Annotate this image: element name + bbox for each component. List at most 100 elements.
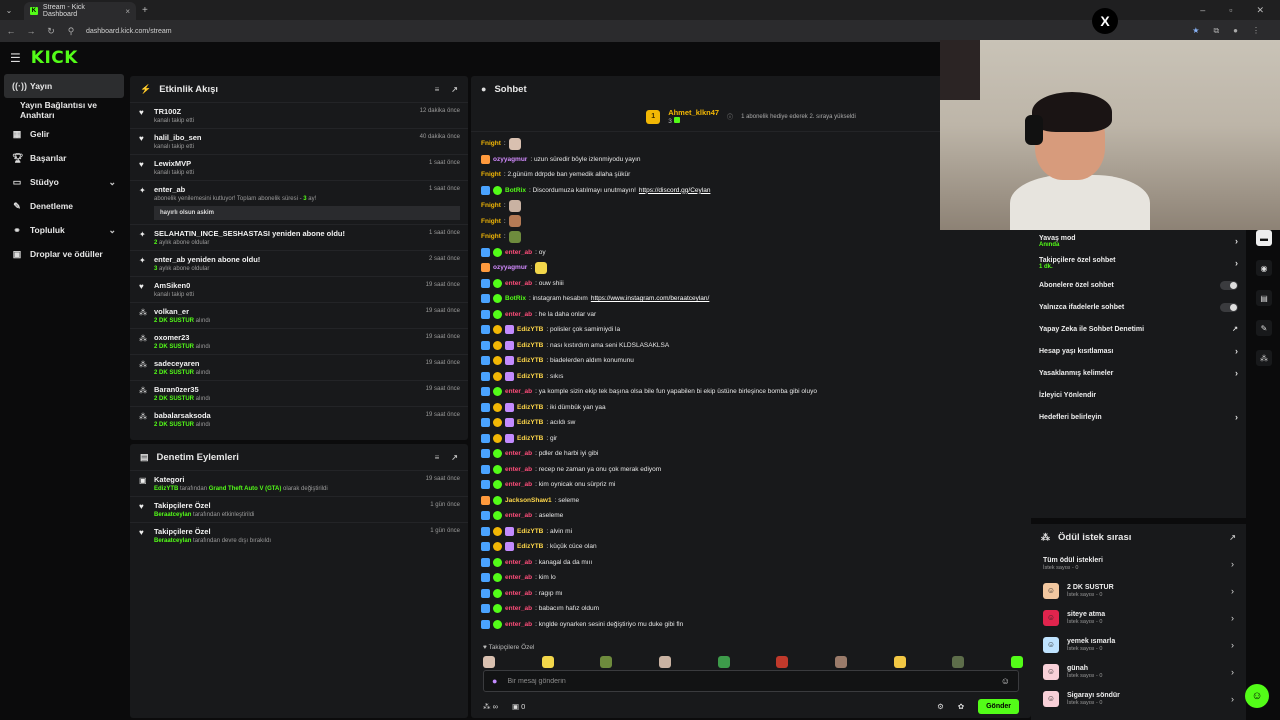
profile-icon[interactable]: ● [1233, 26, 1238, 36]
chat-username[interactable]: Fnight [481, 171, 501, 178]
activity-name[interactable]: babalarsaksoda [154, 411, 460, 420]
popout-icon[interactable]: ↗ [1229, 533, 1236, 542]
close-window-icon[interactable]: ✕ [1256, 5, 1264, 16]
activity-name[interactable]: oxomer23 [154, 333, 460, 342]
chat-username[interactable]: EdizYTB [517, 419, 543, 426]
reward-row[interactable]: ☺ yemek ısmarla İstek sayısı - 0 › [1031, 631, 1246, 658]
forward-icon[interactable]: → [26, 26, 36, 36]
mic-icon[interactable]: ● [492, 676, 497, 686]
sidebar-item-stream-key[interactable]: Yayın Bağlantısı ve Anahtarı [0, 98, 128, 122]
toggle-switch[interactable] [1220, 280, 1238, 290]
chat-username[interactable]: enter_ab [505, 512, 532, 519]
url-field[interactable]: dashboard.kick.com/stream [86, 28, 172, 35]
menu-dots-icon[interactable]: ⋮ [1252, 26, 1260, 36]
chat-username[interactable]: enter_ab [505, 450, 532, 457]
wrench-icon[interactable]: ✎ [1256, 320, 1272, 336]
layout-icon[interactable]: ▤ [1256, 290, 1272, 306]
new-tab-icon[interactable]: + [142, 5, 148, 16]
sidebar-item-droplar[interactable]: ▣ Droplar ve ödüller [0, 242, 128, 266]
reward-row[interactable]: ☺ günah İstek sayısı - 0 › [1031, 658, 1246, 685]
chat-username[interactable]: enter_ab [505, 388, 532, 395]
chat-setting-row[interactable]: Takipçilere özel sohbet 1 dk. › [1031, 252, 1246, 274]
emote-picker-icon[interactable]: ✿ [958, 702, 964, 711]
chat-username[interactable]: ozyyagmur [493, 156, 527, 163]
chat-username[interactable]: EdizYTB [517, 435, 543, 442]
sidebar-item-topluluk[interactable]: ⚭ Topluluk ⌄ [0, 218, 128, 242]
broadcast-toggle-icon[interactable]: ◉ [1256, 260, 1272, 276]
help-chat-icon[interactable]: ☺ [1245, 684, 1269, 708]
chat-setting-row[interactable]: Yavaş mod Anında › [1031, 230, 1246, 252]
emote-option-icon[interactable] [834, 656, 847, 668]
points-display[interactable]: ⁂ ∞ [483, 702, 498, 711]
chat-username[interactable]: enter_ab [505, 574, 532, 581]
chat-setting-row[interactable]: Yalnızca ifadelerle sohbet [1031, 296, 1246, 318]
activity-name[interactable]: LewixMVP [154, 159, 460, 168]
chat-setting-row[interactable]: Yapay Zeka ile Sohbet Denetimi ↗ [1031, 318, 1246, 340]
sidebar-item-denetleme[interactable]: ✎ Denetleme [0, 194, 128, 218]
minimize-icon[interactable]: – [1200, 5, 1205, 16]
chat-setting-row[interactable]: Abonelere özel sohbet [1031, 274, 1246, 296]
maximize-icon[interactable]: ▫ [1229, 5, 1232, 16]
emoji-icon[interactable]: ☺ [1001, 676, 1010, 686]
close-tab-icon[interactable]: × [125, 7, 130, 16]
emote-option-icon[interactable] [717, 656, 730, 668]
reward-row[interactable]: ☺ 2 DK SUSTUR İstek sayısı - 0 › [1031, 577, 1246, 604]
sidebar-item-gelir[interactable]: ▦ Gelir [0, 122, 128, 146]
chat-link[interactable]: https://www.instagram.com/beraatceylan/ [591, 295, 710, 302]
chat-username[interactable]: enter_ab [505, 481, 532, 488]
chat-settings-icon[interactable]: ⚙ [937, 702, 944, 711]
browser-tab[interactable]: K Stream - Kick Dashboard × [24, 2, 136, 20]
chat-username[interactable]: enter_ab [505, 605, 532, 612]
chat-username[interactable]: enter_ab [505, 466, 532, 473]
chat-toggle-icon[interactable]: ▬ [1256, 230, 1272, 246]
reload-icon[interactable]: ↻ [46, 26, 56, 37]
chat-username[interactable]: enter_ab [505, 590, 532, 597]
hamburger-menu-icon[interactable]: ☰ [10, 51, 21, 65]
sidebar-item-studyo[interactable]: ▭ Stüdyo ⌄ [0, 170, 128, 194]
reward-row[interactable]: ☺ siteye atma İstek sayısı - 0 › [1031, 604, 1246, 631]
mod-action-user[interactable]: Beraatceylan [154, 538, 191, 544]
chat-username[interactable]: Fnight [481, 202, 501, 209]
chat-username[interactable]: BotRix [505, 187, 526, 194]
toggle-switch[interactable] [1220, 302, 1238, 312]
activity-name[interactable]: enter_ab [154, 185, 460, 194]
extensions-icon[interactable]: ⧉ [1213, 26, 1219, 36]
emote-option-icon[interactable] [1010, 656, 1023, 668]
chat-username[interactable]: EdizYTB [517, 543, 543, 550]
chat-username[interactable]: enter_ab [505, 311, 532, 318]
kick-logo[interactable]: KICK [31, 48, 78, 68]
chat-username[interactable]: Fnight [481, 233, 501, 240]
chat-username[interactable]: EdizYTB [517, 357, 543, 364]
emote-option-icon[interactable] [776, 656, 789, 668]
emote-option-icon[interactable] [893, 656, 906, 668]
chat-username[interactable]: EdizYTB [517, 326, 543, 333]
activity-name[interactable]: AmSiken0 [154, 281, 460, 290]
chat-username[interactable]: enter_ab [505, 621, 532, 628]
mod-action-user[interactable]: EdizYTB [154, 486, 178, 492]
sidebar-item-basarilar[interactable]: 🏆︎ Başarılar [0, 146, 128, 170]
chat-username[interactable]: enter_ab [505, 249, 532, 256]
chat-username[interactable]: BotRix [505, 295, 526, 302]
emote-option-icon[interactable] [658, 656, 671, 668]
activity-name[interactable]: SELAHATIN_INCE_SESHASTASI yeniden abone … [154, 229, 460, 238]
activity-name[interactable]: halil_ibo_sen [154, 133, 460, 142]
chat-username[interactable]: EdizYTB [517, 342, 543, 349]
chat-username[interactable]: JacksonShaw1 [505, 497, 552, 504]
bookmark-star-icon[interactable]: ★ [1192, 26, 1199, 36]
pinned-username[interactable]: Ahmet_klkn47 [668, 108, 719, 117]
chat-setting-row[interactable]: İzleyici Yönlendir [1031, 384, 1246, 406]
chat-input[interactable] [507, 677, 991, 685]
chat-setting-row[interactable]: Hesap yaşı kısıtlaması › [1031, 340, 1246, 362]
all-rewards-row[interactable]: Tüm ödül istekleri İstek sayısı - 0 › [1031, 550, 1246, 577]
chat-username[interactable]: ozyyagmur [493, 264, 527, 271]
emote-option-icon[interactable] [541, 656, 554, 668]
activity-name[interactable]: sadeceyaren [154, 359, 460, 368]
chat-setting-row[interactable]: Yasaklanmış kelimeler › [1031, 362, 1246, 384]
reward-row[interactable]: ☺ Sigarayı söndür İstek sayısı - 0 › [1031, 685, 1246, 712]
chat-setting-row[interactable]: Hedefleri belirleyin › [1031, 406, 1246, 428]
sidebar-item-yayin[interactable]: ((·)) Yayın [4, 74, 124, 98]
mod-action-user[interactable]: Beraatceylan [154, 512, 191, 518]
site-info-icon[interactable]: ⚲ [66, 26, 76, 37]
chat-username[interactable]: EdizYTB [517, 373, 543, 380]
gift-count-display[interactable]: ▣ 0 [512, 702, 525, 711]
